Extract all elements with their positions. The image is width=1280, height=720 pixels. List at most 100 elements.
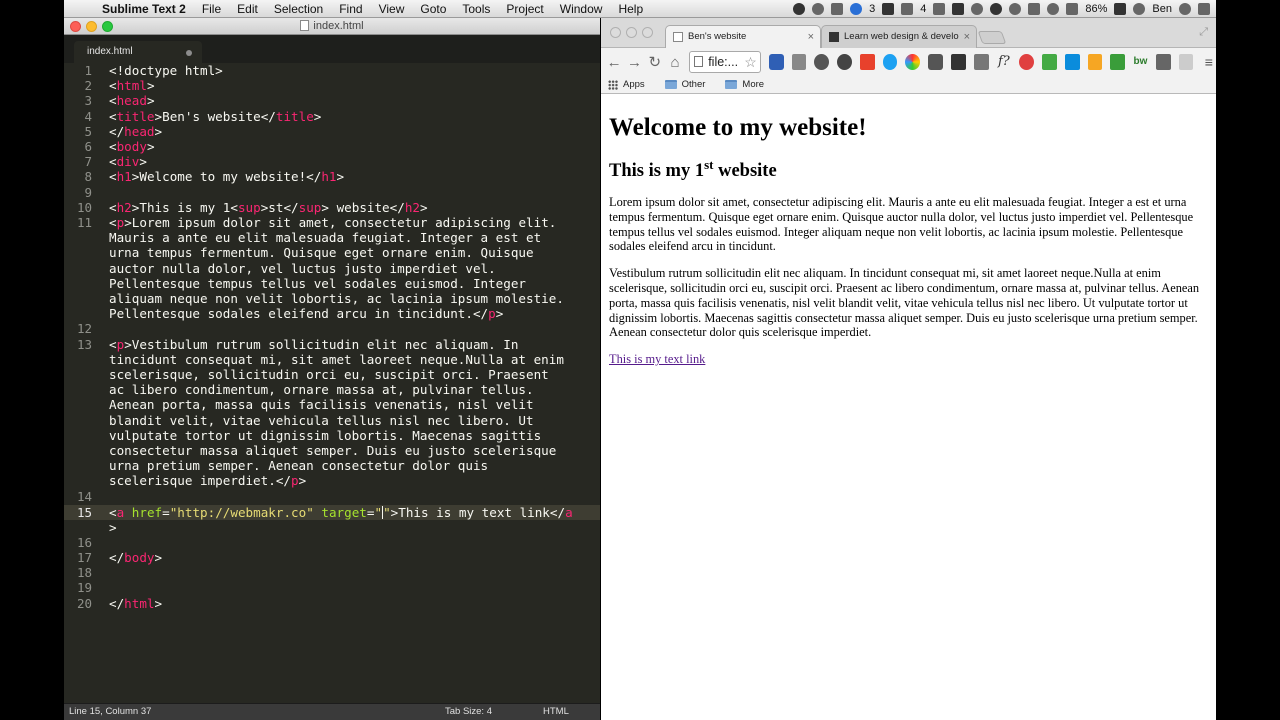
menu-project[interactable]: Project	[498, 2, 551, 16]
rendered-web-page: Welcome to my website! This is my 1st we…	[601, 94, 1216, 720]
new-tab-button[interactable]	[977, 31, 1007, 44]
code-line-wrap: >	[109, 519, 117, 535]
line-number: 10	[76, 199, 92, 215]
chrome-tab-label: Learn web design & develo	[844, 31, 959, 42]
status-evernote-icon[interactable]	[831, 2, 844, 15]
zoom-window-icon[interactable]	[642, 27, 653, 38]
status-app-icon[interactable]	[882, 2, 895, 15]
cast-icon[interactable]	[1155, 54, 1171, 70]
line-number: 11	[76, 215, 92, 230]
status-flame-icon[interactable]	[952, 2, 965, 15]
status-notes-icon[interactable]	[933, 2, 946, 15]
menu-app-name[interactable]: Sublime Text 2	[94, 2, 194, 16]
status-alfred-icon[interactable]	[901, 2, 914, 15]
spotlight-search-icon[interactable]	[1179, 2, 1191, 15]
menu-help[interactable]: Help	[610, 2, 651, 16]
bookmark-folder-other[interactable]: Other	[664, 79, 705, 90]
extension-red-icon[interactable]	[859, 54, 875, 70]
menu-goto[interactable]: Goto	[412, 2, 454, 16]
extension-pocket-icon[interactable]	[928, 54, 943, 70]
code-editor[interactable]: 1 2 3 4 5 6 7 8 9 10 11 12 13 14 15 16 17 18 19 20 <!doctyp…	[64, 63, 600, 703]
status-bell-icon[interactable]	[971, 2, 984, 15]
menu-tools[interactable]: Tools	[454, 2, 498, 16]
menu-file[interactable]: File	[194, 2, 229, 16]
home-icon[interactable]: ⌂	[665, 54, 685, 71]
code-line: <div>	[109, 154, 147, 170]
extension-reader-icon[interactable]	[791, 54, 807, 70]
line-number: 16	[76, 534, 92, 550]
line-number: 12	[76, 321, 92, 337]
extension-bug-icon[interactable]	[1019, 54, 1035, 70]
extension-badge-icon[interactable]	[768, 54, 784, 70]
wifi-icon[interactable]	[1047, 2, 1060, 15]
minimize-window-icon[interactable]	[86, 21, 97, 32]
notification-center-icon[interactable]	[1198, 2, 1210, 15]
close-tab-icon[interactable]: ×	[964, 26, 970, 48]
bookmarks-bar: Apps Other More	[601, 76, 1216, 94]
bookmark-folder-more[interactable]: More	[725, 79, 764, 90]
extension-circle-icon[interactable]	[814, 54, 830, 70]
code-line: <h1>Welcome to my website!</h1>	[109, 169, 345, 185]
sublime-statusbar: Line 15, Column 37 Tab Size: 4 HTML	[64, 703, 600, 720]
chrome-menu-icon[interactable]: ≡	[1201, 54, 1216, 70]
page-favicon-icon	[673, 32, 683, 42]
bookmark-star-icon[interactable]: ☆	[744, 52, 757, 72]
status-record-icon[interactable]	[793, 2, 806, 15]
text-link[interactable]: This is my text link	[609, 352, 705, 367]
extension-resize-icon[interactable]	[1064, 54, 1080, 70]
address-bar[interactable]: file:... ☆	[689, 51, 761, 73]
battery-icon[interactable]	[1114, 2, 1127, 15]
user-name[interactable]: Ben	[1152, 3, 1172, 15]
code-line-wrap: Aenean porta, massa quis facilisis venen…	[109, 397, 534, 413]
extension-hand-icon[interactable]	[973, 54, 989, 70]
extension-font-icon[interactable]: f?	[997, 54, 1012, 70]
extension-light-icon[interactable]	[1178, 54, 1194, 70]
sublime-tabbar: index.html	[64, 35, 600, 63]
code-line-wrap: tincidunt consequat mi, sit amet laoreet…	[109, 351, 564, 367]
extension-bw-icon[interactable]: bw	[1133, 54, 1148, 70]
screen-right-margin	[1216, 0, 1280, 720]
chrome-tab-bens-website[interactable]: Ben's website ×	[665, 25, 821, 48]
volume-icon[interactable]	[1066, 2, 1079, 15]
menu-selection[interactable]: Selection	[266, 2, 331, 16]
cursor-position: Line 15, Column 37	[69, 706, 152, 717]
bookmark-apps[interactable]: Apps	[608, 79, 645, 90]
extension-colorpicker-icon[interactable]	[905, 54, 921, 70]
syntax-selector[interactable]: HTML	[543, 704, 569, 720]
zoom-window-icon[interactable]	[102, 21, 113, 32]
extension-search-icon[interactable]	[1087, 54, 1103, 70]
back-arrow-icon[interactable]: ←	[604, 54, 624, 71]
forward-arrow-icon[interactable]: →	[624, 54, 644, 71]
tab-size-selector[interactable]: Tab Size: 4	[445, 704, 492, 720]
bluetooth-icon[interactable]	[1028, 2, 1041, 15]
code-line-wrap: blandit velit, vitae vehicula tellus nis…	[109, 412, 534, 428]
extension-gear-icon[interactable]	[837, 54, 852, 70]
status-quota-icon[interactable]	[990, 2, 1003, 15]
fullscreen-icon[interactable]: ⤢	[1199, 26, 1208, 39]
close-window-icon[interactable]	[610, 27, 621, 38]
menu-find[interactable]: Find	[331, 2, 370, 16]
status-cloud-icon[interactable]	[850, 2, 863, 15]
status-dropbox-icon[interactable]	[812, 2, 825, 15]
extension-puzzle-icon[interactable]	[1042, 54, 1057, 70]
extension-globe-icon[interactable]	[882, 54, 898, 70]
reload-icon[interactable]: ↻	[645, 53, 665, 71]
close-window-icon[interactable]	[70, 21, 81, 32]
minimize-window-icon[interactable]	[626, 27, 637, 38]
line-number: 7	[84, 154, 92, 170]
close-tab-icon[interactable]: ×	[808, 26, 814, 48]
line-number-gutter: 1 2 3 4 5 6 7 8 9 10 11 12 13 14 15 16 17 18 19 20	[64, 63, 104, 703]
unsaved-dot-icon[interactable]	[186, 50, 192, 56]
menu-window[interactable]: Window	[552, 2, 611, 16]
menu-edit[interactable]: Edit	[229, 2, 266, 16]
extension-tag-icon[interactable]	[1110, 54, 1126, 70]
sublime-file-tab[interactable]: index.html	[74, 41, 202, 63]
line-number: 14	[76, 488, 92, 504]
extension-layers-icon[interactable]	[950, 54, 966, 70]
code-line-wrap: Mauris a ante eu elit malesuada feugiat.…	[109, 230, 542, 246]
clock-icon[interactable]	[1133, 2, 1146, 15]
menu-view[interactable]: View	[371, 2, 413, 16]
code-line-wrap: Pellentesque sodales eleifend arcu in ti…	[109, 306, 504, 322]
status-time-machine-icon[interactable]	[1009, 2, 1022, 15]
chrome-tab-learn-web-design[interactable]: Learn web design & develo ×	[821, 25, 977, 48]
